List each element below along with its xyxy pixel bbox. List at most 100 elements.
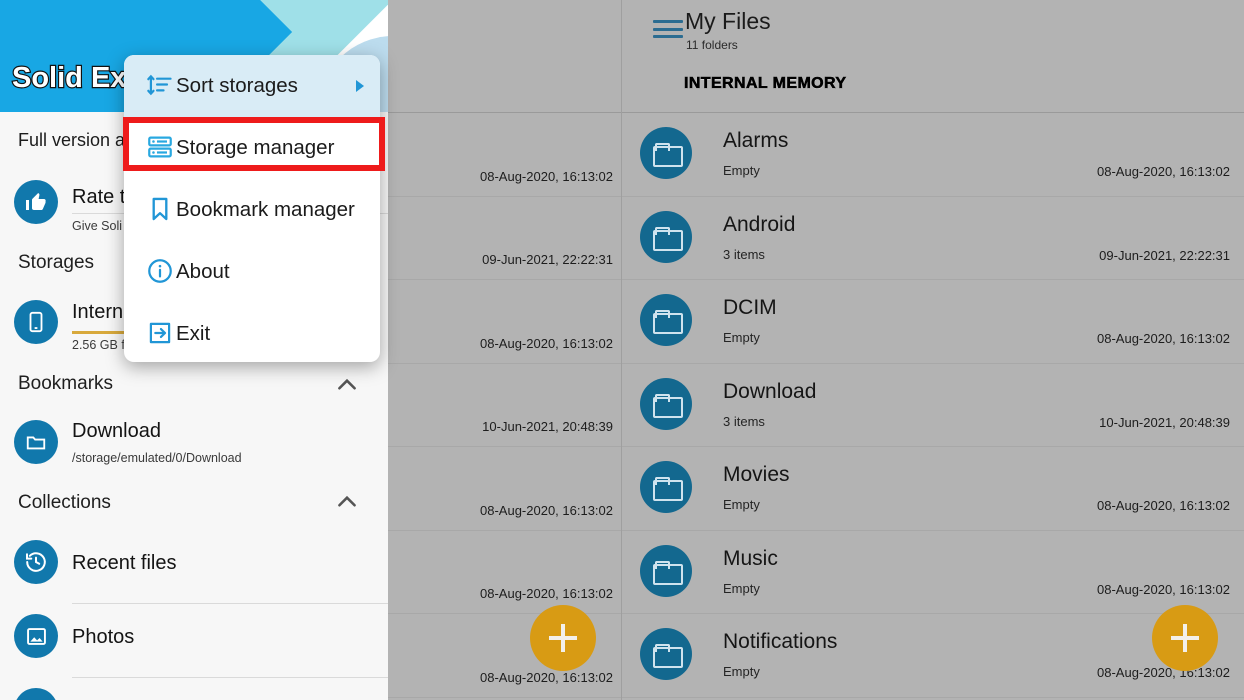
file-date: 08-Aug-2020, 16:13:02 xyxy=(1097,331,1230,346)
bookmark-icon xyxy=(146,195,176,225)
chevron-up-icon[interactable] xyxy=(334,372,360,398)
file-name: Android xyxy=(723,213,795,237)
file-meta: 3 items xyxy=(723,414,765,429)
chevron-up-icon[interactable] xyxy=(334,489,360,515)
add-button[interactable] xyxy=(1152,605,1218,671)
middle-row-date: 08-Aug-2020, 16:13:02 xyxy=(480,503,613,518)
menu-item-label: Exit xyxy=(176,322,210,346)
sidebar-item-sublabel: 2.56 GB f xyxy=(72,338,125,352)
file-name: DCIM xyxy=(723,296,777,320)
menu-item-storage-manager[interactable]: Storage manager xyxy=(124,117,380,179)
overflow-menu: Sort storages Storage manager Bookmark m… xyxy=(124,55,380,362)
file-name: Notifications xyxy=(723,630,837,654)
sidebar-item-sublabel: Give Soli xyxy=(72,219,122,233)
table-row[interactable]: Music Empty 08-Aug-2020, 16:13:02 xyxy=(622,531,1244,615)
folder-icon xyxy=(640,127,692,179)
file-name: Music xyxy=(723,547,778,571)
middle-row[interactable]: 08-Aug-2020, 16:13:02 xyxy=(388,447,621,531)
image-icon xyxy=(14,614,58,658)
menu-item-bookmark-manager[interactable]: Bookmark manager xyxy=(124,179,380,241)
divider xyxy=(72,603,388,604)
sidebar-item-path: /storage/emulated/0/Download xyxy=(72,451,242,465)
file-meta: 3 items xyxy=(723,247,765,262)
sidebar-item-label: Download xyxy=(72,420,161,443)
sidebar-item-partial-icon xyxy=(14,688,58,700)
folder-icon xyxy=(640,378,692,430)
file-name: Download xyxy=(723,380,816,404)
file-date: 10-Jun-2021, 20:48:39 xyxy=(1099,415,1230,430)
files-panel: My Files 11 folders INTERNAL MEMORY Alar… xyxy=(622,0,1244,700)
middle-row-date: 08-Aug-2020, 16:13:02 xyxy=(480,586,613,601)
sort-icon xyxy=(146,71,176,101)
sidebar-item-photos[interactable]: Photos xyxy=(0,614,388,680)
divider xyxy=(72,677,388,678)
hamburger-icon[interactable] xyxy=(653,20,683,38)
table-row[interactable]: Download 3 items 10-Jun-2021, 20:48:39 xyxy=(622,364,1244,448)
middle-panel: 08-Aug-2020, 16:13:02 09-Jun-2021, 22:22… xyxy=(388,0,622,700)
table-row[interactable]: DCIM Empty 08-Aug-2020, 16:13:02 xyxy=(622,280,1244,364)
menu-item-label: About xyxy=(176,260,230,284)
screen: 08-Aug-2020, 16:13:02 09-Jun-2021, 22:22… xyxy=(0,0,1244,700)
sidebar-item-label: Recent files xyxy=(72,552,177,575)
table-row[interactable]: Movies Empty 08-Aug-2020, 16:13:02 xyxy=(622,447,1244,531)
middle-row[interactable]: 08-Aug-2020, 16:13:02 xyxy=(388,280,621,364)
table-row[interactable]: Android 3 items 09-Jun-2021, 22:22:31 xyxy=(622,197,1244,281)
plus-icon xyxy=(549,624,577,652)
chevron-right-icon xyxy=(356,80,364,92)
add-button[interactable] xyxy=(530,605,596,671)
menu-item-label: Storage manager xyxy=(176,136,334,160)
section-header-collections: Collections xyxy=(18,492,111,514)
page-title: My Files xyxy=(685,8,771,35)
sidebar-item-partial[interactable] xyxy=(0,688,388,700)
middle-row-date: 09-Jun-2021, 22:22:31 xyxy=(482,252,613,267)
middle-row[interactable]: 08-Aug-2020, 16:13:02 xyxy=(388,531,621,615)
folder-icon xyxy=(640,294,692,346)
folder-icon xyxy=(640,461,692,513)
sidebar-item-bookmark-download[interactable]: Download /storage/emulated/0/Download xyxy=(0,420,388,486)
middle-row[interactable]: 09-Jun-2021, 22:22:31 xyxy=(388,197,621,281)
history-icon xyxy=(14,540,58,584)
file-name: Alarms xyxy=(723,129,788,153)
menu-item-label: Sort storages xyxy=(176,74,298,98)
folder-icon xyxy=(14,420,58,464)
sidebar-item-label: Photos xyxy=(72,626,134,649)
file-date: 09-Jun-2021, 22:22:31 xyxy=(1099,248,1230,263)
file-meta: Empty xyxy=(723,581,760,596)
file-meta: Empty xyxy=(723,497,760,512)
middle-row-date: 08-Aug-2020, 16:13:02 xyxy=(480,169,613,184)
exit-icon xyxy=(146,319,176,349)
sidebar-item-recent-files[interactable]: Recent files xyxy=(0,540,388,606)
file-meta: Empty xyxy=(723,664,760,679)
middle-row-date: 08-Aug-2020, 16:13:02 xyxy=(480,336,613,351)
folder-icon xyxy=(640,545,692,597)
folder-icon xyxy=(640,628,692,680)
info-icon xyxy=(146,257,176,287)
menu-item-exit[interactable]: Exit xyxy=(124,303,380,362)
middle-row[interactable]: 10-Jun-2021, 20:48:39 xyxy=(388,364,621,448)
file-date: 08-Aug-2020, 16:13:02 xyxy=(1097,582,1230,597)
promo-text: Full version a xyxy=(18,130,125,151)
menu-item-about[interactable]: About xyxy=(124,241,380,303)
file-date: 08-Aug-2020, 16:13:02 xyxy=(1097,665,1230,680)
table-row[interactable]: Notifications Empty 08-Aug-2020, 16:13:0… xyxy=(622,614,1244,698)
menu-item-label: Bookmark manager xyxy=(176,198,355,222)
file-date: 08-Aug-2020, 16:13:02 xyxy=(1097,164,1230,179)
table-row[interactable]: Alarms Empty 08-Aug-2020, 16:13:02 xyxy=(622,113,1244,197)
middle-row-date: 08-Aug-2020, 16:13:02 xyxy=(480,670,613,685)
file-name: Movies xyxy=(723,463,790,487)
storage-icon xyxy=(146,133,176,163)
phone-icon xyxy=(14,300,58,344)
files-panel-header: My Files 11 folders INTERNAL MEMORY xyxy=(622,0,1244,113)
middle-row-date: 10-Jun-2021, 20:48:39 xyxy=(482,419,613,434)
file-date: 08-Aug-2020, 16:13:02 xyxy=(1097,498,1230,513)
thumbs-up-icon xyxy=(14,180,58,224)
folder-icon xyxy=(640,211,692,263)
file-meta: Empty xyxy=(723,330,760,345)
section-header-bookmarks: Bookmarks xyxy=(18,373,113,395)
menu-item-sort-storages[interactable]: Sort storages xyxy=(124,55,380,117)
section-header-storages: Storages xyxy=(18,252,94,274)
section-label: INTERNAL MEMORY xyxy=(684,75,846,93)
middle-panel-header xyxy=(388,0,621,113)
middle-row[interactable]: 08-Aug-2020, 16:13:02 xyxy=(388,113,621,197)
folder-count: 11 folders xyxy=(686,38,738,52)
